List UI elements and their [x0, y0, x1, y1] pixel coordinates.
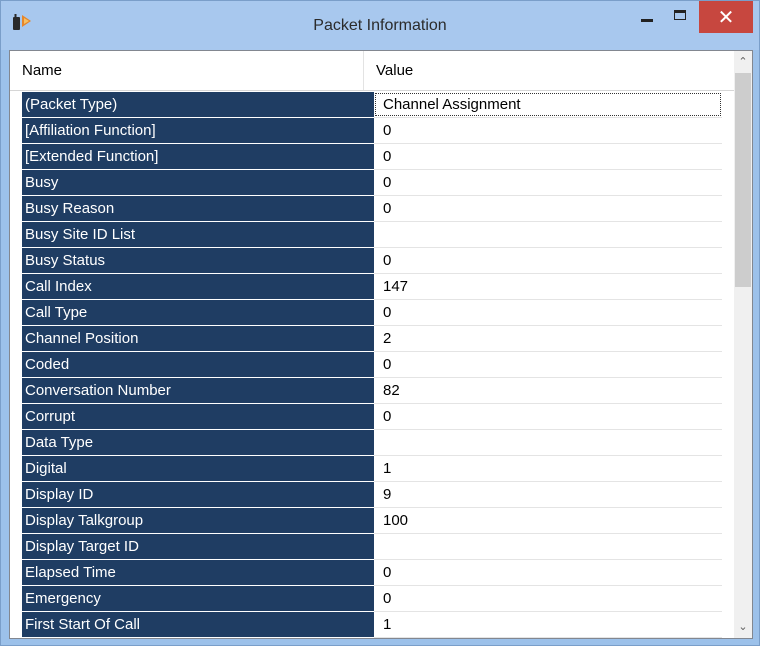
row-value: 82	[383, 382, 400, 399]
row-name: [Extended Function]	[22, 144, 374, 169]
minimize-button[interactable]	[629, 1, 663, 33]
row-name: Call Type	[22, 300, 374, 325]
minimize-icon	[641, 19, 653, 22]
list-row[interactable]: Busy Site ID List	[22, 222, 722, 248]
list-row[interactable]: Display Talkgroup 100	[22, 508, 722, 534]
row-value: 0	[383, 148, 392, 165]
row-name: Channel Position	[22, 326, 374, 351]
row-name: Busy Status	[22, 248, 374, 273]
row-name: Busy	[22, 170, 374, 195]
scroll-up-icon[interactable]: ⌃	[734, 53, 752, 71]
row-name: [Affiliation Function]	[22, 118, 374, 143]
row-name: Corrupt	[22, 404, 374, 429]
row-name: Call Index	[22, 274, 374, 299]
list-row[interactable]: Channel Position 2	[22, 326, 722, 352]
list-row[interactable]: Data Type	[22, 430, 722, 456]
list-row[interactable]: [Extended Function] 0	[22, 144, 722, 170]
list-row[interactable]: First Start Of Call 1	[22, 612, 722, 638]
property-list: Name Value (Packet Type) Channel Assignme…	[9, 50, 753, 639]
row-name: Display ID	[22, 482, 374, 507]
column-header-value[interactable]: Value	[364, 51, 734, 90]
list-row[interactable]: Busy Reason 0	[22, 196, 722, 222]
maximize-button[interactable]	[663, 1, 697, 33]
list-row[interactable]: Display Target ID	[22, 534, 722, 560]
row-value: Channel Assignment	[374, 92, 722, 117]
close-button[interactable]: ✕	[699, 1, 753, 33]
list-row[interactable]: Call Index 147	[22, 274, 722, 300]
row-name: Busy Reason	[22, 196, 374, 221]
row-name: Emergency	[22, 586, 374, 611]
row-value	[374, 222, 722, 247]
row-value: 0	[383, 304, 392, 321]
row-value	[374, 534, 722, 559]
row-name: Coded	[22, 352, 374, 377]
row-value: 0	[383, 564, 392, 581]
list-rows: (Packet Type) Channel Assignment [Affiliat…	[22, 92, 722, 638]
list-row[interactable]: Digital 1	[22, 456, 722, 482]
row-value: 0	[383, 408, 392, 425]
list-row[interactable]: Busy 0	[22, 170, 722, 196]
row-value: 0	[383, 252, 392, 269]
row-value: 0	[383, 200, 392, 217]
row-value: 1	[383, 616, 392, 633]
close-icon: ✕	[717, 5, 735, 29]
list-row[interactable]: Corrupt 0	[22, 404, 722, 430]
row-name: Digital	[22, 456, 374, 481]
row-name: First Start Of Call	[22, 612, 374, 637]
row-name: Data Type	[22, 430, 374, 455]
title-bar[interactable]: Packet Information ✕	[1, 1, 759, 50]
row-value: 0	[383, 122, 392, 139]
row-value: 0	[383, 356, 392, 373]
list-row[interactable]: Busy Status 0	[22, 248, 722, 274]
row-name: Conversation Number	[22, 378, 374, 403]
packet-information-window: Packet Information ✕ Name Value (Packet …	[0, 0, 760, 646]
list-row[interactable]: Call Type 0	[22, 300, 722, 326]
row-name: Busy Site ID List	[22, 222, 374, 247]
row-value	[374, 430, 722, 455]
maximize-icon	[674, 10, 686, 20]
list-row[interactable]: Coded 0	[22, 352, 722, 378]
row-name: Display Talkgroup	[22, 508, 374, 533]
list-row[interactable]: Display ID 9	[22, 482, 722, 508]
row-name: Elapsed Time	[22, 560, 374, 585]
row-value: 0	[383, 590, 392, 607]
list-row[interactable]: [Affiliation Function] 0	[22, 118, 722, 144]
list-row[interactable]: (Packet Type) Channel Assignment	[22, 92, 722, 118]
scrollbar-thumb[interactable]	[735, 73, 751, 287]
list-row[interactable]: Conversation Number 82	[22, 378, 722, 404]
row-value: 100	[383, 512, 409, 529]
row-value: 147	[383, 278, 409, 295]
row-value: 9	[383, 486, 392, 503]
row-value: 2	[383, 330, 392, 347]
list-row[interactable]: Elapsed Time 0	[22, 560, 722, 586]
row-name: Display Target ID	[22, 534, 374, 559]
list-row[interactable]: Emergency 0	[22, 586, 722, 612]
vertical-scrollbar[interactable]: ⌃ ⌄	[734, 51, 752, 638]
list-header: Name Value	[10, 51, 734, 91]
row-name: (Packet Type)	[22, 92, 374, 117]
row-value: 1	[383, 460, 392, 477]
column-header-name[interactable]: Name	[10, 51, 364, 90]
scroll-down-icon[interactable]: ⌄	[734, 618, 752, 636]
row-value: 0	[383, 174, 392, 191]
